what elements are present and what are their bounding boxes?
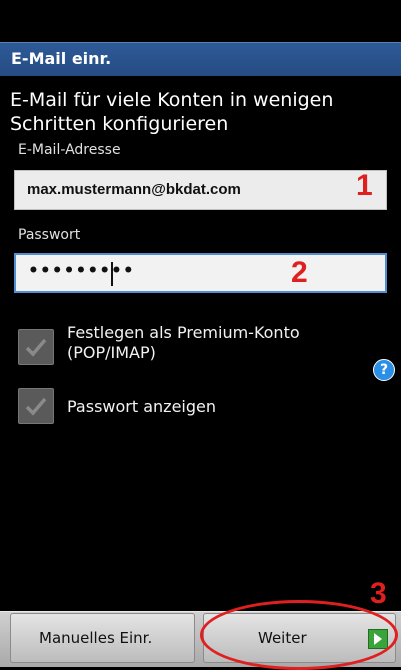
- email-field[interactable]: max.mustermann@bkdat.com: [14, 170, 387, 210]
- page-subtitle: E-Mail für viele Konten in wenigen Schri…: [10, 89, 334, 135]
- next-button[interactable]: Weiter: [203, 613, 396, 663]
- manual-setup-button[interactable]: Manuelles Einr.: [10, 613, 195, 663]
- email-value: max.mustermann@bkdat.com: [27, 181, 241, 198]
- manual-setup-label: Manuelles Einr.: [39, 629, 153, 647]
- show-password-checkbox[interactable]: [18, 388, 54, 424]
- premium-account-label: Festlegen als Premium-Konto (POP/IMAP): [67, 323, 300, 362]
- arrow-right-icon: [368, 629, 388, 649]
- text-caret: [111, 262, 113, 286]
- email-label: E-Mail-Adresse: [18, 142, 121, 158]
- checkmark-icon: [25, 338, 47, 357]
- app-title: E-Mail einr.: [11, 49, 112, 68]
- premium-account-checkbox[interactable]: [18, 329, 54, 365]
- password-field[interactable]: •••••••••: [14, 253, 387, 293]
- next-label: Weiter: [258, 629, 307, 647]
- checkmark-icon: [25, 397, 47, 416]
- password-value: •••••••••: [28, 261, 135, 281]
- title-bar: E-Mail einr.: [0, 42, 401, 76]
- annotation-3: 3: [370, 577, 387, 610]
- status-bar: [0, 0, 401, 42]
- password-label: Passwort: [18, 227, 81, 243]
- show-password-label: Passwort anzeigen: [67, 397, 216, 416]
- annotation-1: 1: [356, 169, 373, 202]
- help-icon[interactable]: ?: [373, 359, 395, 381]
- annotation-2: 2: [291, 256, 308, 289]
